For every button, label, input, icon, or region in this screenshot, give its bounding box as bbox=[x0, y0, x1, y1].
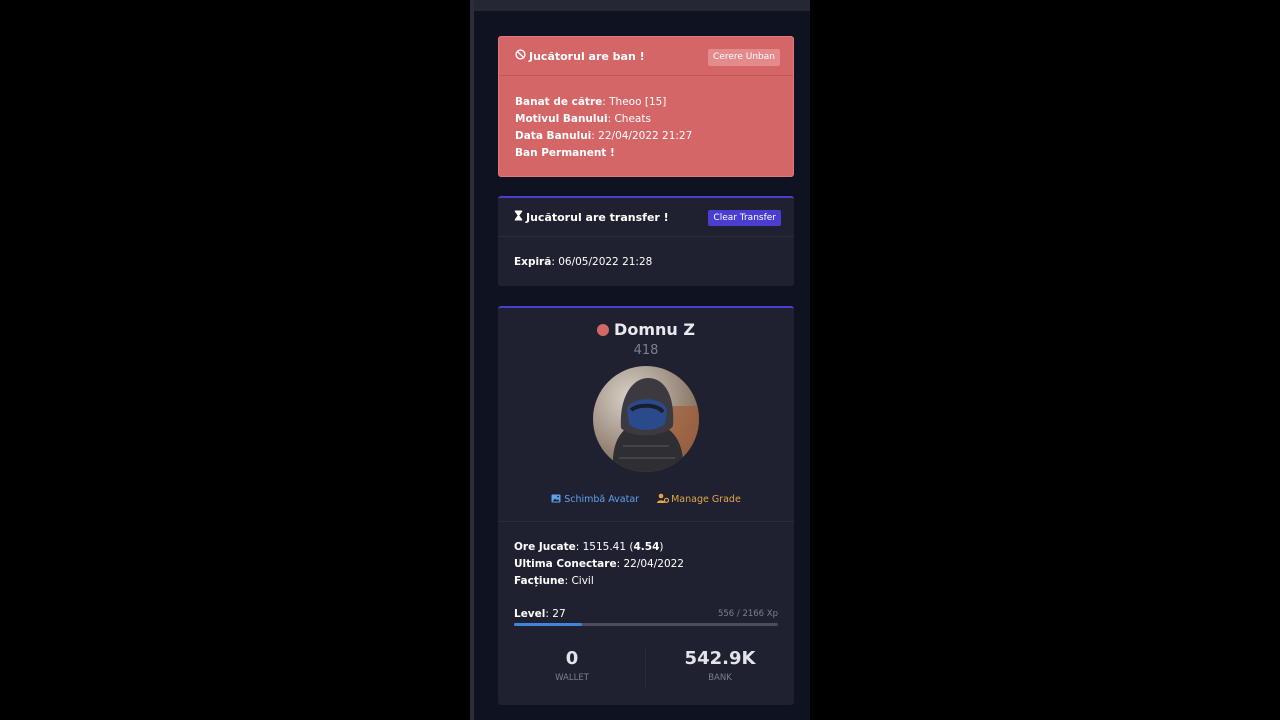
ban-date-value: 22/04/2022 21:27 bbox=[598, 130, 693, 142]
xp-text: 556 / 2166 Xp bbox=[717, 609, 778, 619]
profile-card: Domnu Z 418 Schimbă Avatar Manage Grade … bbox=[498, 306, 794, 705]
bank-label: BANK bbox=[708, 673, 732, 683]
wallet-value: 0 bbox=[565, 648, 579, 669]
level-label: Level bbox=[514, 608, 546, 620]
ban-permanent-row: Ban Permanent ! bbox=[515, 145, 777, 162]
bank-stat: 542.9K BANK bbox=[646, 648, 794, 683]
faction-label: Facțiune bbox=[514, 575, 565, 587]
ban-date-row: Data Banului: 22/04/2022 21:27 bbox=[515, 130, 693, 142]
change-avatar-link[interactable]: Schimbă Avatar bbox=[551, 493, 639, 506]
hours-played-label: Ore Jucate bbox=[514, 541, 576, 553]
hours-played-value: 1515.41 bbox=[582, 541, 627, 553]
wallet-label: WALLET bbox=[555, 673, 589, 683]
profile-divider bbox=[498, 521, 794, 522]
hourglass-icon bbox=[514, 210, 523, 224]
ban-icon bbox=[515, 49, 526, 63]
transfer-expires-label: Expiră bbox=[514, 256, 552, 268]
bank-value: 542.9K bbox=[684, 648, 756, 669]
last-connect-value: 22/04/2022 bbox=[623, 558, 684, 570]
banned-by-value: Theoo [15] bbox=[609, 96, 667, 108]
player-id: 418 bbox=[633, 343, 659, 358]
transfer-card-header: Jucătorul are transfer ! Clear Transfer bbox=[498, 198, 794, 237]
faction-value: Civil bbox=[571, 575, 594, 587]
hours-played-row: Ore Jucate: 1515.41 (4.54) bbox=[514, 541, 664, 553]
ban-reason-label: Motivul Banului bbox=[515, 113, 608, 125]
user-gear-icon bbox=[657, 493, 670, 506]
xp-progress-fill bbox=[514, 623, 582, 626]
profile-actions: Schimbă Avatar Manage Grade bbox=[498, 493, 794, 506]
manage-grade-link[interactable]: Manage Grade bbox=[657, 493, 741, 506]
xp-progress-bar bbox=[514, 623, 778, 626]
transfer-expires-value: 06/05/2022 21:28 bbox=[558, 256, 653, 268]
ban-title-text: Jucătorul are ban ! bbox=[529, 49, 645, 63]
transfer-title: Jucătorul are transfer ! bbox=[514, 210, 669, 224]
ban-permanent-text: Ban Permanent ! bbox=[515, 147, 615, 159]
faction-row: Facțiune: Civil bbox=[514, 575, 594, 587]
player-stats: Ore Jucate: 1515.41 (4.54) Ultima Conect… bbox=[514, 539, 684, 590]
ban-date-label: Data Banului bbox=[515, 130, 592, 142]
ban-card-header: Jucătorul are ban ! Cerere Unban bbox=[499, 37, 793, 76]
unban-request-button[interactable]: Cerere Unban bbox=[708, 49, 780, 66]
wallet-stat: 0 WALLET bbox=[498, 648, 646, 683]
player-name-row: Domnu Z bbox=[498, 320, 794, 339]
transfer-card-body: Expiră: 06/05/2022 21:28 bbox=[498, 237, 794, 271]
image-icon bbox=[551, 494, 561, 506]
scrollbar-track[interactable] bbox=[470, 0, 474, 720]
ban-card: Jucătorul are ban ! Cerere Unban Banat d… bbox=[498, 36, 794, 177]
avatar bbox=[593, 366, 699, 472]
transfer-card: Jucătorul are transfer ! Clear Transfer … bbox=[498, 196, 794, 286]
clear-transfer-button[interactable]: Clear Transfer bbox=[708, 210, 781, 226]
money-summary: 0 WALLET 542.9K BANK bbox=[498, 648, 794, 692]
hours-played-extra: 4.54 bbox=[633, 541, 660, 553]
ban-reason-value: Cheats bbox=[614, 113, 651, 125]
ban-card-body: Banat de către: Theoo [15] Motivul Banul… bbox=[499, 76, 793, 162]
level-value: 27 bbox=[552, 608, 566, 620]
ban-reason-row: Motivul Banului: Cheats bbox=[515, 113, 651, 125]
last-connect-row: Ultima Conectare: 22/04/2022 bbox=[514, 558, 684, 570]
banned-by-row: Banat de către: Theoo [15] bbox=[515, 96, 667, 108]
ban-title: Jucătorul are ban ! bbox=[515, 49, 645, 63]
top-bar bbox=[474, 0, 810, 11]
banned-by-label: Banat de către bbox=[515, 96, 603, 108]
level-row: Level: 27 556 / 2166 Xp bbox=[514, 608, 778, 620]
last-connect-label: Ultima Conectare bbox=[514, 558, 617, 570]
transfer-expires-row: Expiră: 06/05/2022 21:28 bbox=[514, 256, 653, 268]
player-name: Domnu Z bbox=[614, 320, 695, 339]
app-viewport: Jucătorul are ban ! Cerere Unban Banat d… bbox=[470, 0, 810, 720]
change-avatar-label: Schimbă Avatar bbox=[564, 494, 640, 505]
status-dot bbox=[597, 323, 610, 336]
manage-grade-label: Manage Grade bbox=[671, 494, 741, 505]
transfer-title-text: Jucătorul are transfer ! bbox=[526, 210, 669, 224]
